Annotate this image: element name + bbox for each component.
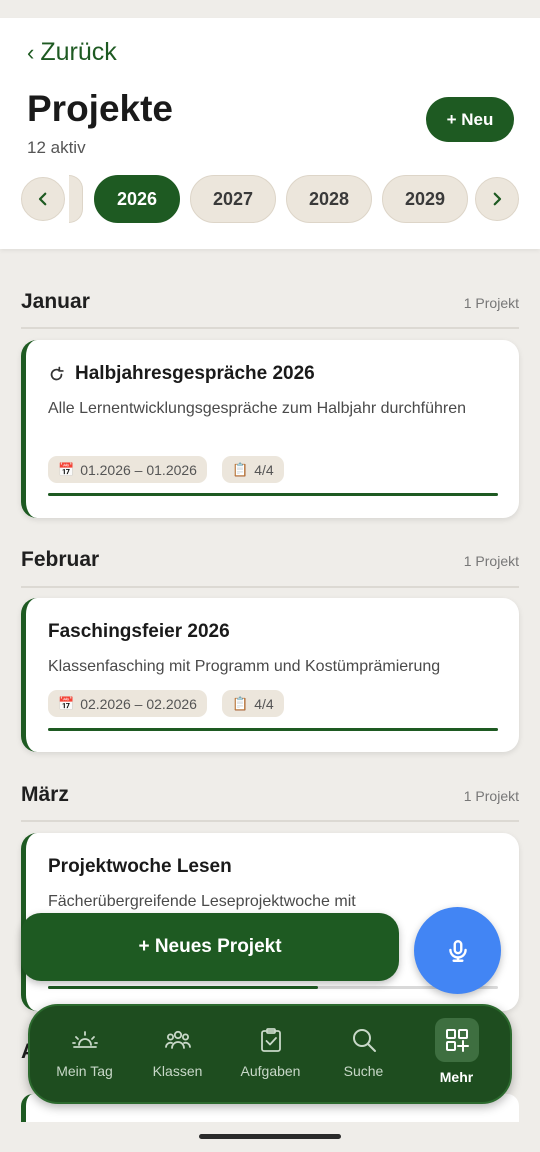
progress-fill — [48, 728, 498, 731]
clipboard-check-icon — [260, 1028, 281, 1052]
year-prev-button[interactable] — [21, 177, 65, 221]
project-description: Alle Lernentwicklungsgespräche zum Halbj… — [48, 400, 467, 417]
section-month: März — [21, 783, 69, 806]
year-pill-2026[interactable]: 2026 — [94, 175, 180, 223]
tab-label: Aufgaben — [240, 1063, 301, 1079]
project-description: Fächerübergreifende Leseprojektwoche mit — [48, 893, 356, 910]
section-month: Januar — [21, 290, 90, 313]
project-card[interactable]: Halbjahresgespräche 2026 Alle Lernentwic… — [21, 340, 519, 518]
sunrise-icon — [71, 1031, 98, 1048]
chevron-left-icon: ‹ — [27, 39, 35, 65]
date-range-chip: 📅 01.2026 – 01.2026 — [48, 456, 207, 483]
people-icon — [164, 1030, 191, 1049]
new-button[interactable]: + Neu — [426, 97, 514, 142]
section-month: Februar — [21, 548, 100, 571]
section-header-februar: Februar 1 Projekt — [21, 548, 519, 572]
project-title: Halbjahresgespräche 2026 — [75, 363, 315, 384]
home-indicator[interactable] — [199, 1134, 341, 1139]
year-pill-partial[interactable] — [69, 175, 83, 223]
year-pill-2028[interactable]: 2028 — [286, 175, 372, 223]
section-header-januar: Januar 1 Projekt — [21, 290, 519, 314]
tasks-chip: 📋 4/4 — [222, 456, 284, 483]
search-icon — [352, 1029, 376, 1052]
progress-bar — [48, 986, 498, 989]
project-description: Klassenfasching mit Programm und Kostümp… — [48, 658, 441, 675]
calendar-icon: 📅 — [58, 461, 75, 477]
grid-plus-icon — [445, 1029, 469, 1052]
tab-label: Suche — [343, 1063, 384, 1079]
section-header-maerz: März 1 Projekt — [21, 783, 519, 807]
project-title-row: Projektwoche Lesen — [48, 856, 232, 878]
year-selector: 2026 2027 2028 2029 — [0, 175, 540, 223]
project-title: Faschingsfeier 2026 — [48, 621, 230, 642]
tab-mein-tag[interactable]: Mein Tag — [38, 1006, 131, 1106]
section-count: 1 Projekt — [463, 295, 519, 311]
back-label: Zurück — [40, 38, 117, 66]
date-range: 02.2026 – 02.2026 — [80, 695, 197, 712]
progress-bar — [48, 493, 498, 496]
year-next-button[interactable] — [475, 177, 519, 221]
chevron-left-icon — [38, 192, 47, 206]
project-title-row: Faschingsfeier 2026 — [48, 621, 230, 643]
clipboard-icon: 📋 — [232, 695, 249, 711]
tab-aufgaben[interactable]: Aufgaben — [224, 1006, 317, 1106]
tab-label: Mehr — [439, 1069, 474, 1085]
divider — [21, 820, 519, 822]
progress-fill — [48, 493, 498, 496]
active-tab-highlight — [434, 1018, 479, 1062]
date-range-chip: 📅 02.2026 – 02.2026 — [48, 690, 207, 717]
microphone-icon — [448, 939, 467, 962]
tasks-count: 4/4 — [254, 695, 274, 712]
tasks-chip: 📋 4/4 — [222, 690, 284, 717]
project-title: Projektwoche Lesen — [48, 856, 232, 877]
section-count: 1 Projekt — [463, 788, 519, 804]
tab-mehr[interactable]: Mehr — [410, 1006, 503, 1106]
project-title-row: Halbjahresgespräche 2026 — [48, 363, 315, 385]
header: ‹ Zurück Projekte 12 aktiv + Neu 2026 20… — [0, 18, 540, 249]
tasks-count: 4/4 — [254, 461, 274, 478]
calendar-icon: 📅 — [58, 695, 75, 711]
progress-bar — [48, 728, 498, 731]
tab-label: Klassen — [152, 1063, 203, 1079]
tab-suche[interactable]: Suche — [317, 1006, 410, 1106]
year-pill-2029[interactable]: 2029 — [382, 175, 468, 223]
year-pill-2027[interactable]: 2027 — [190, 175, 276, 223]
progress-fill — [48, 986, 318, 989]
page-title: Projekte — [27, 88, 174, 129]
project-card[interactable]: Faschingsfeier 2026 Klassenfasching mit … — [21, 598, 519, 752]
divider — [21, 586, 519, 588]
section-count: 1 Projekt — [463, 553, 519, 569]
chevron-right-icon — [493, 192, 502, 206]
divider — [21, 327, 519, 329]
voice-input-button[interactable] — [414, 907, 501, 994]
active-count: 12 aktiv — [27, 138, 86, 157]
new-project-button[interactable]: + Neues Projekt — [21, 913, 399, 981]
tab-label: Mein Tag — [56, 1063, 113, 1079]
refresh-icon — [50, 366, 64, 380]
bottom-tab-bar: Mein Tag Klassen Aufgaben Suche Mehr — [28, 1004, 512, 1104]
back-button[interactable]: ‹ Zurück — [27, 38, 117, 67]
tab-klassen[interactable]: Klassen — [131, 1006, 224, 1106]
date-range: 01.2026 – 01.2026 — [80, 461, 197, 478]
clipboard-icon: 📋 — [232, 461, 249, 477]
